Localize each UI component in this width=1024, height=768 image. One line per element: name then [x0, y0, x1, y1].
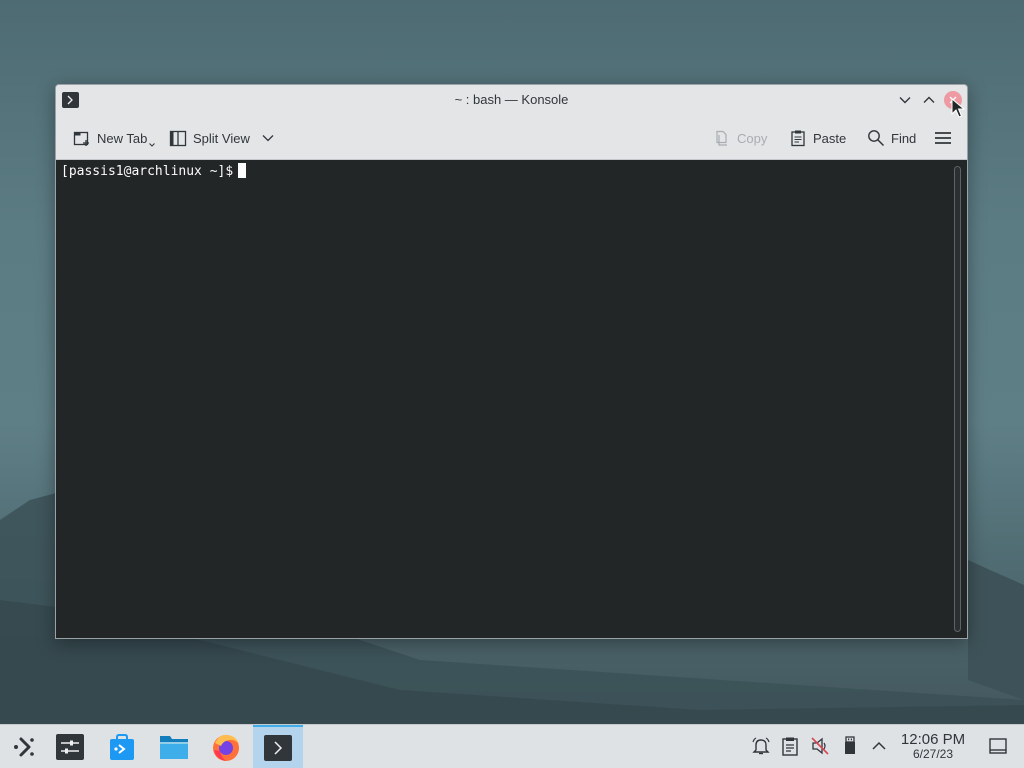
search-icon — [868, 130, 885, 147]
notifications-tray-button[interactable] — [750, 735, 772, 757]
clock-date: 6/27/23 — [912, 747, 954, 761]
usb-device-icon — [845, 736, 855, 754]
hamburger-menu-icon — [935, 132, 951, 144]
mouse-pointer-icon — [951, 98, 965, 118]
notifications-icon — [752, 737, 770, 755]
paste-icon — [791, 130, 805, 147]
find-label: Find — [891, 130, 917, 146]
chevron-down-icon — [899, 97, 911, 104]
hamburger-menu-button[interactable] — [934, 126, 952, 150]
volume-tray-button[interactable] — [809, 735, 831, 757]
discover-icon — [110, 734, 134, 760]
konsole-task-button[interactable] — [253, 725, 303, 768]
terminal-scrollbar[interactable] — [954, 166, 961, 632]
chevron-down-icon[interactable] — [262, 134, 274, 142]
copy-label: Copy — [737, 130, 768, 146]
konsole-window: ~ : bash — Konsole New Tab Split View Co… — [55, 84, 968, 639]
clock-time: 12:06 PM — [900, 731, 966, 748]
firefox-icon — [213, 734, 239, 761]
terminal-area[interactable]: [passis1@archlinux ~]$ — [56, 160, 967, 638]
split-view-label: Split View — [193, 130, 250, 146]
terminal-prompt: [passis1@archlinux ~]$ — [61, 163, 247, 181]
new-tab-icon — [73, 131, 89, 146]
device-notifier-tray-button[interactable] — [839, 735, 861, 757]
show-desktop-icon — [989, 738, 1007, 754]
firefox-button[interactable] — [201, 725, 251, 768]
dropdown-indicator-icon — [149, 143, 156, 147]
window-title: ~ : bash — Konsole — [454, 92, 569, 107]
title-bar[interactable]: ~ : bash — Konsole — [56, 85, 967, 115]
dolphin-file-manager-button[interactable] — [149, 725, 199, 768]
settings-icon — [56, 734, 84, 760]
clipboard-icon — [782, 737, 798, 756]
minimize-button[interactable] — [896, 91, 914, 109]
system-settings-button[interactable] — [45, 725, 95, 768]
clipboard-tray-button[interactable] — [779, 735, 801, 757]
taskbar: 12:06 PM 6/27/23 — [0, 724, 1024, 768]
launcher-icon — [14, 737, 34, 757]
prompt-text: [passis1@archlinux ~]$ — [61, 164, 234, 179]
discover-button[interactable] — [97, 725, 147, 768]
show-desktop-button[interactable] — [987, 735, 1009, 757]
application-launcher-button[interactable] — [0, 725, 50, 768]
split-view-button[interactable]: Split View — [169, 126, 274, 150]
konsole-icon — [264, 735, 292, 761]
new-tab-label: New Tab — [97, 130, 148, 146]
find-button[interactable]: Find — [867, 126, 916, 150]
text-cursor — [238, 163, 247, 178]
copy-button[interactable]: Copy — [713, 126, 767, 150]
show-hidden-icons-button[interactable] — [868, 735, 890, 757]
paste-label: Paste — [813, 130, 847, 146]
digital-clock[interactable]: 12:06 PM 6/27/23 — [893, 731, 973, 761]
toolbar: New Tab Split View Copy Paste Find — [56, 115, 967, 160]
split-view-icon — [169, 130, 187, 147]
folder-icon — [160, 736, 188, 759]
new-tab-button[interactable]: New Tab — [73, 126, 156, 150]
chevron-up-icon — [923, 96, 935, 103]
copy-icon — [716, 130, 727, 146]
expand-tray-icon — [872, 741, 886, 750]
paste-button[interactable]: Paste — [789, 126, 846, 150]
maximize-button[interactable] — [920, 91, 938, 109]
volume-muted-icon — [811, 737, 829, 755]
